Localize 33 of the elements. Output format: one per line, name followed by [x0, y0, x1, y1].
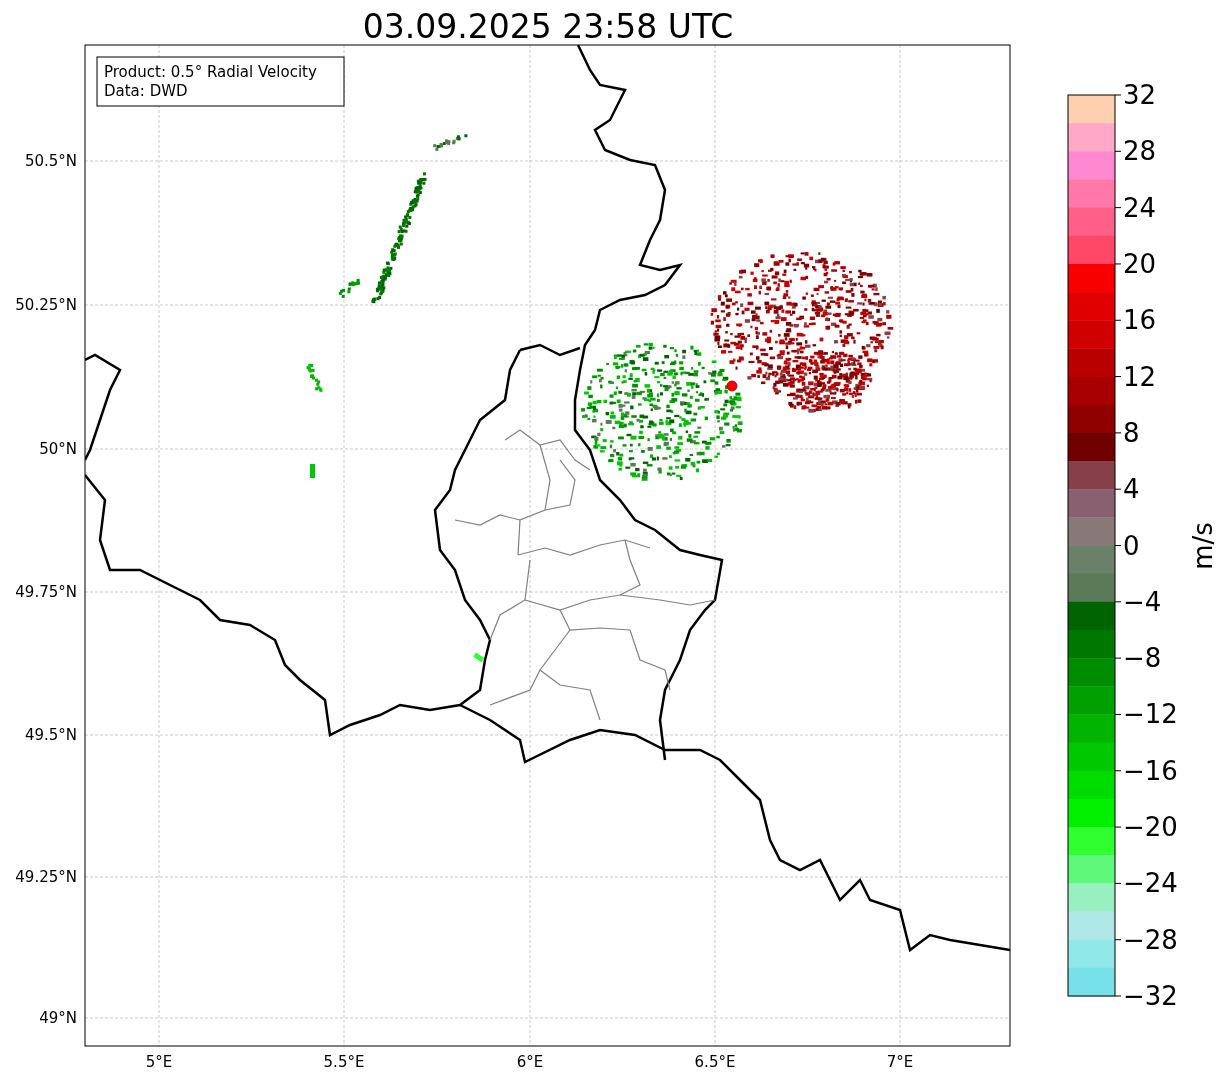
latitude-label: 49.5°N	[24, 726, 77, 744]
tick-label: 12	[1123, 361, 1157, 392]
tick-label: −8	[1123, 643, 1162, 674]
tick-label: −20	[1123, 812, 1178, 843]
tick-label: −16	[1123, 755, 1178, 786]
tick-label: −28	[1123, 924, 1178, 955]
axis-label: m/s	[1188, 522, 1218, 570]
info-text: Data: DWD	[104, 82, 188, 100]
latitude-label: 49°N	[39, 1009, 77, 1027]
latitude-label: 50.25°N	[15, 296, 77, 314]
tick-label: 4	[1123, 474, 1140, 505]
tick-label: −24	[1123, 868, 1178, 899]
latitude-label: 49.75°N	[15, 583, 77, 601]
latitude-label: 49.25°N	[15, 868, 77, 886]
tick-label: −12	[1123, 699, 1178, 730]
longitude-label: 5.5°E	[323, 1053, 365, 1071]
tick-label: 0	[1123, 530, 1140, 561]
tick-label: 28	[1123, 136, 1157, 167]
longitude-label: 5°E	[145, 1053, 173, 1071]
tick-label: 16	[1123, 305, 1157, 336]
longitude-label: 6.5°E	[694, 1053, 736, 1071]
longitude-label: 7°E	[886, 1053, 914, 1071]
tick-label: 32	[1123, 80, 1157, 110]
tick-label: 8	[1123, 417, 1140, 448]
info-text: Product: 0.5° Radial Velocity	[104, 63, 317, 81]
tick-label: 20	[1123, 248, 1157, 279]
chart-title: 03.09.2025 23:58 UTC	[362, 7, 734, 46]
longitude-label: 6°E	[516, 1053, 544, 1071]
tick-label: −4	[1123, 586, 1162, 617]
tick-label: 24	[1123, 192, 1157, 223]
tick-label: −32	[1123, 981, 1178, 1011]
latitude-label: 50°N	[39, 440, 77, 458]
latitude-label: 50.5°N	[24, 152, 77, 170]
